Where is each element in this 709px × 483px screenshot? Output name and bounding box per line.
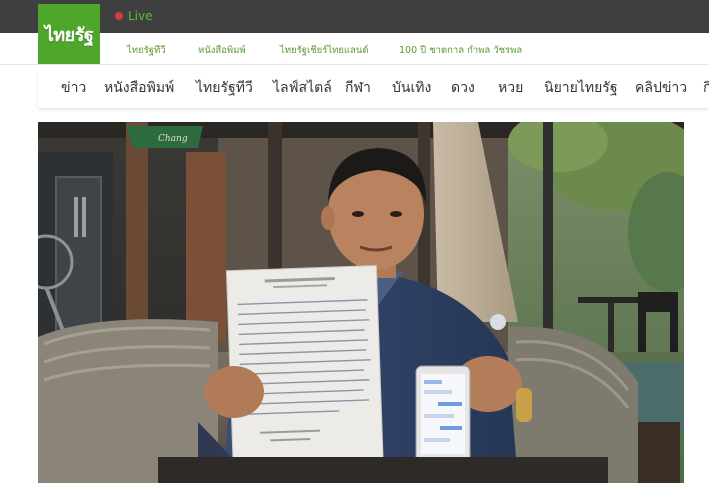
- main-nav: ข่าว หนังสือพิมพ์ ไทยรัฐทีวี ไลฟ์สไตล์ ก…: [38, 66, 709, 108]
- logo-text: ไทยรัฐ: [44, 24, 94, 46]
- secondary-nav: ไทยรัฐทีวี หนังสือพิมพ์ ไทยรัฐเชียร์ไทยแ…: [0, 33, 709, 65]
- nav-item-entertainment[interactable]: บันเทิง: [392, 77, 431, 99]
- subnav-link-newspaper[interactable]: หนังสือพิมพ์: [198, 43, 246, 58]
- subnav-link-thairath-tv[interactable]: ไทยรัฐทีวี: [127, 43, 166, 58]
- subnav-link-cheer-thailand[interactable]: ไทยรัฐเชียร์ไทยแลนด์: [280, 43, 369, 58]
- subnav-link-100-years[interactable]: 100 ปี ชาตกาล กำพล วัชรพล: [399, 43, 522, 58]
- live-label: Live: [128, 9, 153, 23]
- live-dot-icon: [115, 12, 123, 20]
- article-photo[interactable]: Chang: [38, 122, 684, 483]
- nav-item-horoscope[interactable]: ดวง: [451, 77, 475, 99]
- nav-item-sport[interactable]: กีฬา: [345, 77, 371, 99]
- nav-item-newspaper[interactable]: หนังสือพิมพ์: [104, 77, 174, 99]
- live-indicator[interactable]: Live: [115, 9, 153, 23]
- site-logo[interactable]: ไทยรัฐ: [38, 4, 100, 64]
- nav-item-novel[interactable]: นิยายไทยรัฐ: [544, 77, 618, 99]
- nav-item-news-clip[interactable]: คลิปข่าว: [635, 77, 687, 99]
- nav-item-thairath-tv[interactable]: ไทยรัฐทีวี: [196, 77, 253, 99]
- nav-item-news[interactable]: ข่าว: [61, 77, 86, 99]
- top-bar: Live: [0, 0, 709, 33]
- nav-item-lottery[interactable]: หวย: [498, 77, 523, 99]
- news-photo-illustration: Chang: [38, 122, 684, 483]
- chang-sign-text: Chang: [158, 134, 188, 144]
- nav-item-lifestyle[interactable]: ไลฟ์สไตล์: [273, 77, 332, 99]
- nav-item-more[interactable]: กิ: [703, 77, 709, 99]
